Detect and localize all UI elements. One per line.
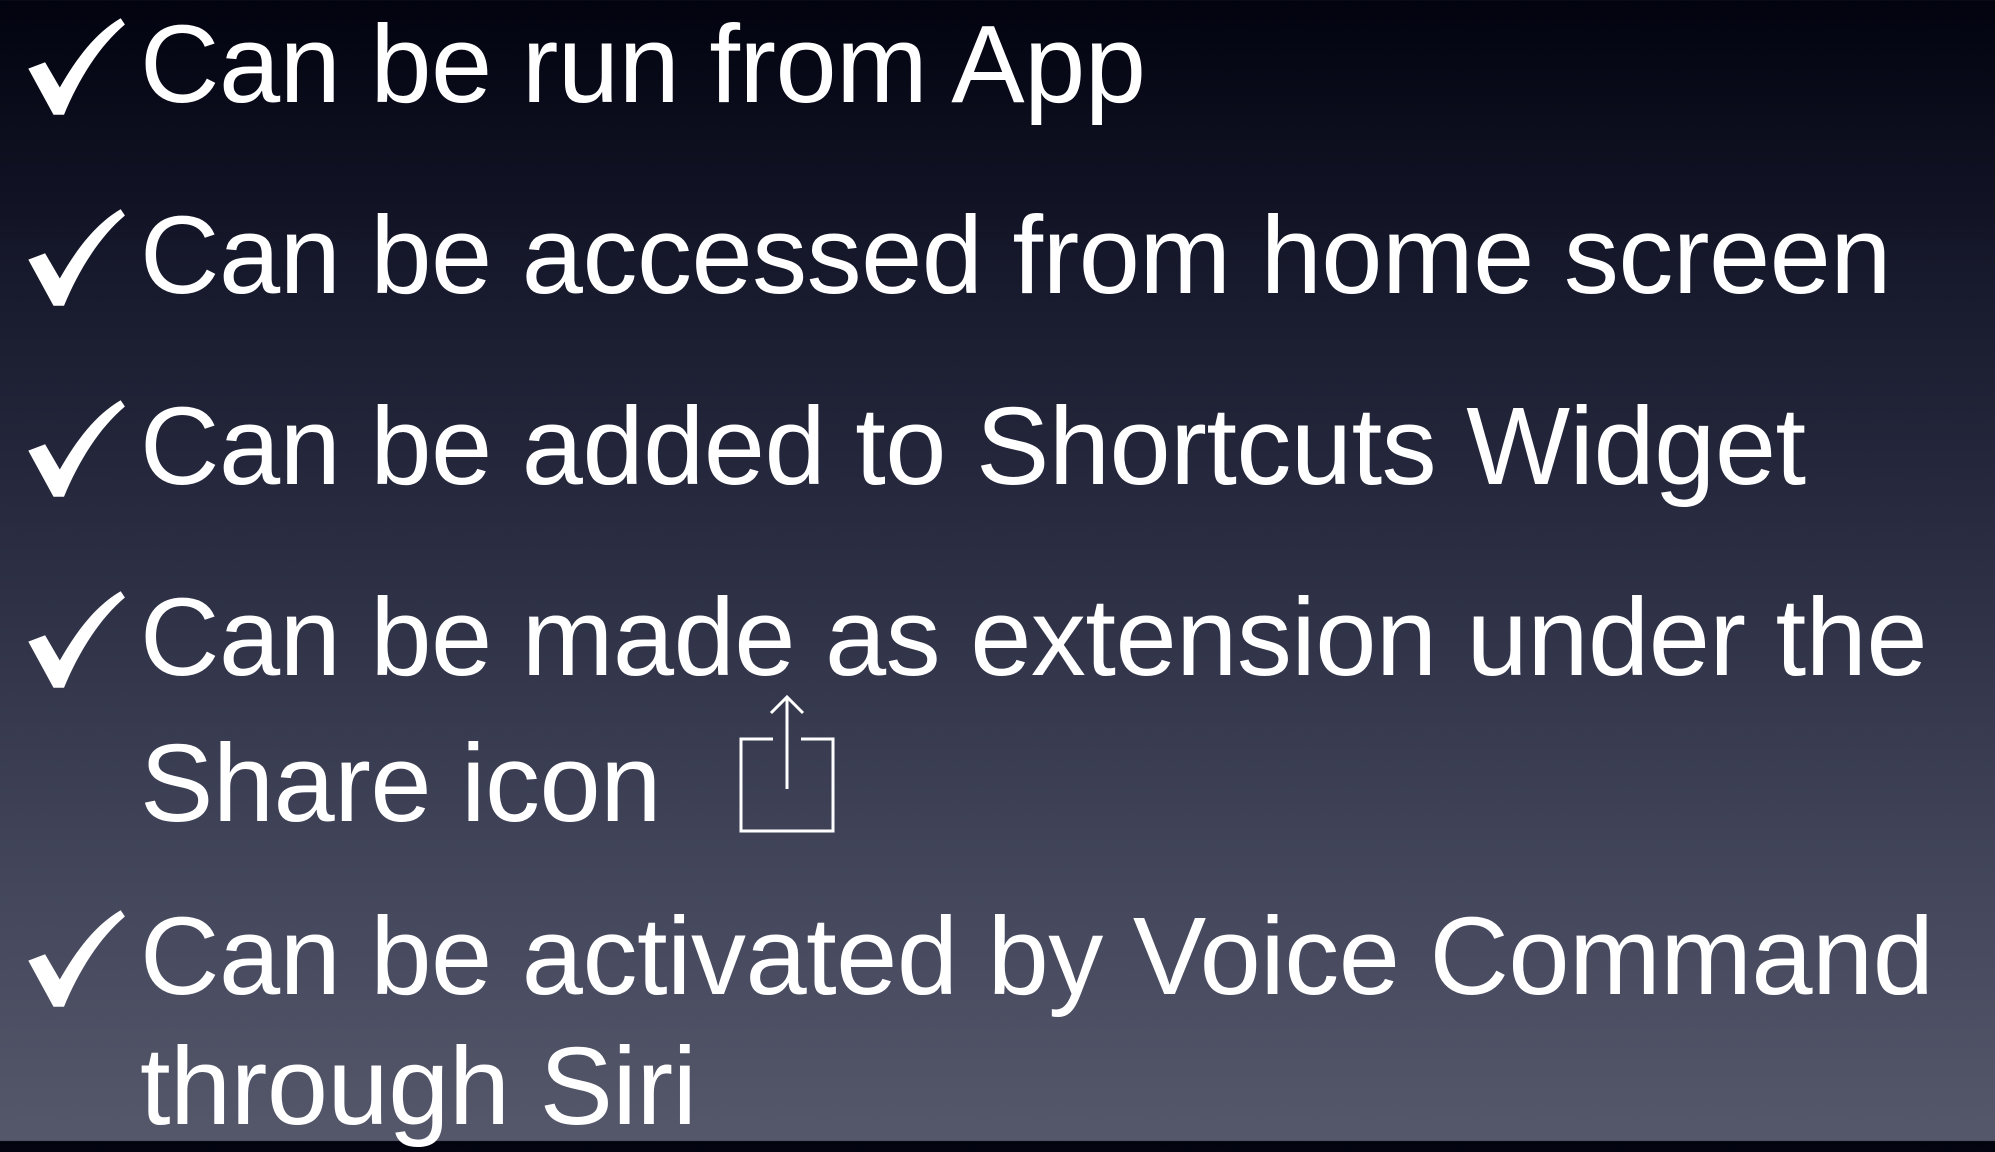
bullet-text: Can be made as extension under the Share… bbox=[140, 573, 1928, 849]
checkmark-icon bbox=[22, 906, 127, 1011]
bullet-text-line: Can be made as extension under the bbox=[140, 576, 1928, 699]
bullet-text-line: Can be accessed from home screen bbox=[140, 194, 1891, 317]
bullet-text-line: Can be activated by Voice Command bbox=[140, 895, 1934, 1018]
bullet-text: Can be added to Shortcuts Widget bbox=[140, 382, 1806, 512]
checkmark-icon bbox=[22, 14, 127, 119]
slide: Can be run from App Can be accessed from… bbox=[0, 0, 1995, 1148]
bullet-text-line: Share icon bbox=[140, 694, 1927, 849]
bullet-text-segment: Share icon bbox=[140, 722, 661, 845]
share-icon bbox=[739, 693, 835, 833]
bullet-text: Can be run from App bbox=[140, 0, 1146, 130]
checkmark-icon bbox=[22, 587, 127, 692]
bullet-text-line: Can be run from App bbox=[140, 3, 1146, 126]
bullet-text-line: Can be added to Shortcuts Widget bbox=[140, 385, 1806, 508]
checkmark-icon bbox=[22, 396, 127, 501]
bullet-text: Can be activated by Voice Command throug… bbox=[140, 892, 1934, 1152]
checkmark-icon bbox=[22, 205, 127, 310]
bullet-text-line: through Siri bbox=[140, 1025, 697, 1148]
bullet-text: Can be accessed from home screen bbox=[140, 191, 1891, 321]
